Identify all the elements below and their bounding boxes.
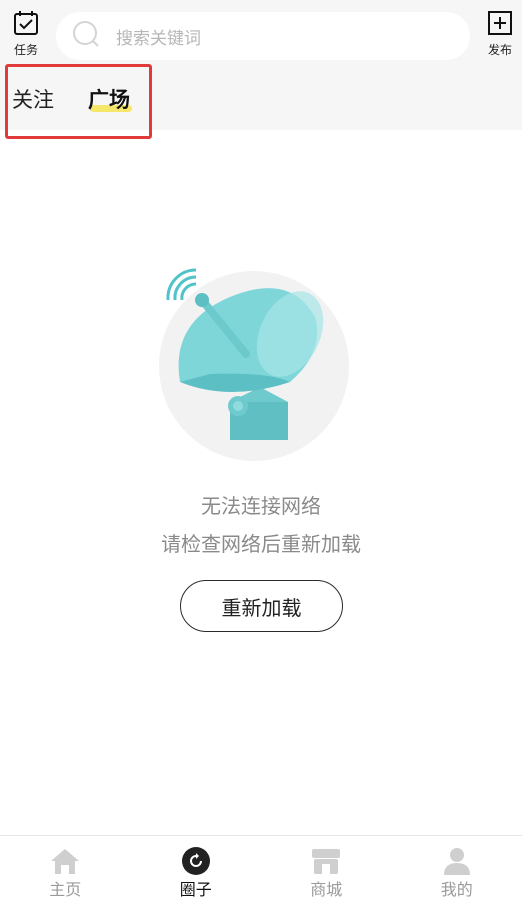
reload-button[interactable]: 重新加载 <box>180 580 343 632</box>
satellite-dish-icon <box>150 262 360 472</box>
tab-square[interactable]: 广场 <box>88 86 130 114</box>
calendar-check-icon <box>13 10 39 40</box>
home-icon <box>48 846 82 876</box>
nav-label-home: 主页 <box>49 880 82 899</box>
publish-label: 发布 <box>487 43 512 57</box>
nav-item-store[interactable]: 商城 <box>261 836 392 905</box>
tab-follow[interactable]: 关注 <box>12 86 54 114</box>
publish-button[interactable]: 发布 <box>480 10 520 62</box>
search-input[interactable]: 搜索关键词 <box>56 12 470 60</box>
circle-refresh-icon <box>179 846 213 876</box>
nav-label-circle: 圈子 <box>179 880 212 899</box>
nav-label-me: 我的 <box>440 880 473 899</box>
user-icon <box>440 846 474 876</box>
search-placeholder: 搜索关键词 <box>116 28 201 49</box>
top-header: 任务 搜索关键词 发布 关注 广场 <box>0 0 522 139</box>
store-icon <box>309 846 343 876</box>
nav-item-circle[interactable]: 圈子 <box>131 836 262 905</box>
nav-item-home[interactable]: 主页 <box>0 836 131 905</box>
error-subtitle: 请检查网络后重新加载 <box>161 532 361 556</box>
search-icon <box>72 20 100 52</box>
task-label: 任务 <box>13 43 38 57</box>
app-screen: 任务 搜索关键词 发布 关注 广场 无法连接网络 请检查网络后重新加载 重新加载… <box>0 0 522 905</box>
plus-square-icon <box>487 10 513 40</box>
task-button[interactable]: 任务 <box>6 10 46 62</box>
nav-item-me[interactable]: 我的 <box>392 836 522 905</box>
bottom-navigation: 主页 圈子 商城 我的 <box>0 835 522 905</box>
error-title: 无法连接网络 <box>201 494 321 518</box>
nav-label-store: 商城 <box>310 880 343 899</box>
